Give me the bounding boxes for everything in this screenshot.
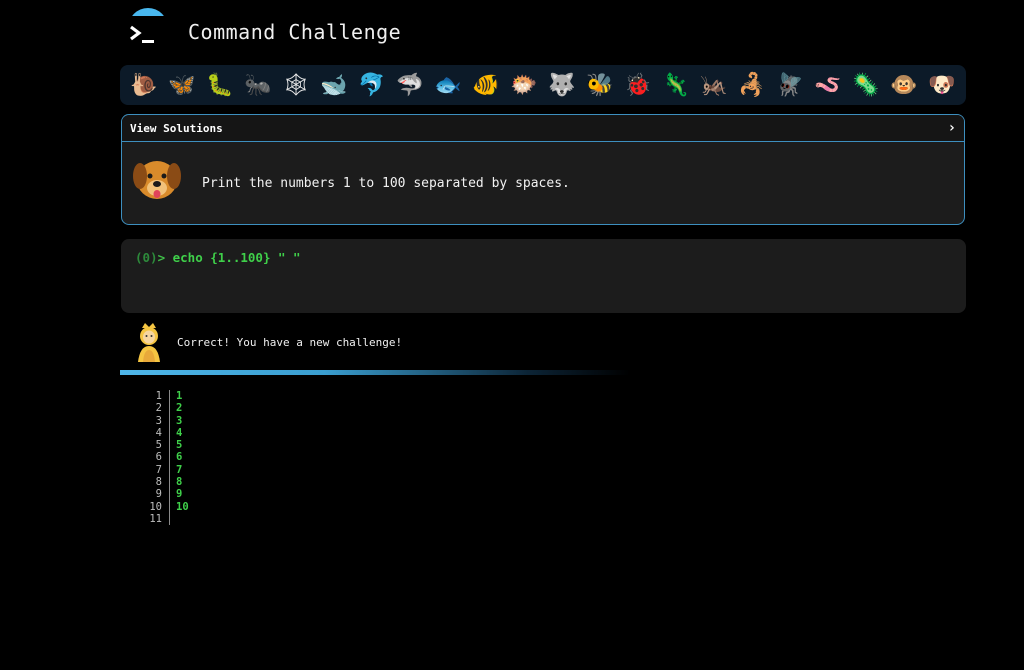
dolphin-icon[interactable]: 🐬 [354, 68, 390, 102]
progress-bar [120, 370, 630, 375]
line-value: 4 [176, 426, 183, 439]
spider-web-icon[interactable]: 🕸 [278, 68, 314, 102]
butterfly-icon[interactable]: 🦋 [164, 68, 200, 102]
line-number: 2 [120, 402, 170, 415]
line-value: 6 [176, 451, 183, 464]
cricket-icon[interactable]: 🦗 [696, 68, 732, 102]
line-value: 1 [176, 390, 183, 402]
output-row: 77 [120, 463, 520, 477]
monkey-icon[interactable]: 🐵 [886, 68, 922, 102]
command-input[interactable]: (0)> echo {1..100} " " [121, 239, 966, 313]
output-row: 33 [120, 414, 520, 427]
output-row: 55 [120, 439, 520, 452]
microbe-icon[interactable]: 🦠 [848, 68, 884, 102]
lizard-icon[interactable]: 🦎 [658, 68, 694, 102]
attempt-count: (0) [135, 250, 158, 265]
line-value: 9 [176, 488, 183, 501]
chevron-right-icon[interactable]: › [948, 120, 956, 136]
output-row: 11 [120, 390, 520, 403]
tropical-fish-icon[interactable]: 🐠 [468, 68, 504, 102]
line-number: 10 [120, 500, 170, 513]
line-value: 7 [176, 463, 183, 476]
snail-icon[interactable]: 🐌 [126, 68, 162, 102]
page: Command Challenge 🐌 🦋 🐛 🐜 🕸 🐋 🐬 🦈 🐟 🐠 🐡 🐺 🐝 🐞 🦎 🦗 🦂 🪰 🪱 🦠 🐵 🐶… [0, 0, 1024, 670]
ant-icon[interactable]: 🐜 [240, 68, 276, 102]
blowfish-icon[interactable]: 🐡 [506, 68, 542, 102]
view-solutions-toggle[interactable]: View Solutions › [122, 115, 964, 142]
line-number: 11 [120, 512, 170, 526]
output-row: 99 [120, 488, 520, 501]
line-value: 10 [176, 500, 189, 513]
line-number: 7 [120, 463, 170, 477]
output-row: 10 10 [120, 500, 520, 513]
output-row: 44 [120, 426, 520, 440]
challenge-body: Print the numbers 1 to 100 separated by … [122, 142, 964, 224]
shark-icon[interactable]: 🦈 [392, 68, 428, 102]
command-text[interactable]: echo {1..100} " " [165, 250, 301, 265]
worm-icon[interactable]: 🪱 [810, 68, 846, 102]
feedback: Correct! You have a new challenge! [120, 320, 620, 365]
line-number: 1 [120, 390, 170, 403]
output-row: 11 [120, 512, 520, 526]
animal-progress-bar: 🐌 🦋 🐛 🐜 🕸 🐋 🐬 🦈 🐟 🐠 🐡 🐺 🐝 🐞 🦎 🦗 🦂 🪰 🪱 🦠 🐵 🐶 [120, 65, 966, 105]
feedback-message: Correct! You have a new challenge! [177, 336, 403, 349]
output-row: 66 [120, 451, 520, 464]
line-number: 6 [120, 451, 170, 464]
wolf-icon[interactable]: 🐺 [544, 68, 580, 102]
view-solutions-label: View Solutions [130, 121, 223, 135]
command-line[interactable]: (0)> echo {1..100} " " [135, 250, 301, 265]
output-row: 88 [120, 476, 520, 489]
whale-icon[interactable]: 🐋 [316, 68, 352, 102]
line-value: 3 [176, 414, 183, 427]
dog-icon[interactable]: 🐶 [924, 68, 960, 102]
princess-icon [138, 323, 160, 362]
line-value [170, 513, 176, 525]
line-value: 2 [176, 402, 183, 415]
dog-face-icon [133, 161, 181, 199]
output-row: 22 [120, 402, 520, 415]
prompt-symbol: > [157, 250, 166, 265]
terminal-prompt-icon [130, 25, 154, 43]
line-number: 3 [120, 414, 170, 427]
fly-icon[interactable]: 🪰 [772, 68, 808, 102]
caterpillar-icon[interactable]: 🐛 [202, 68, 238, 102]
header: Command Challenge [120, 0, 966, 60]
line-number: 5 [120, 439, 170, 452]
app-title: Command Challenge [188, 20, 402, 44]
line-value: 5 [176, 439, 183, 452]
line-number: 8 [120, 476, 170, 489]
line-value: 8 [176, 476, 183, 489]
fish-icon[interactable]: 🐟 [430, 68, 466, 102]
challenge-card: View Solutions › Print the numbers 1 to … [121, 114, 965, 225]
ladybug-icon[interactable]: 🐞 [620, 68, 656, 102]
command-output: 1 1 2 2 3 3 4 4 5 5 6 6 7 7 8 8 9 9 10 10 11 [120, 390, 520, 526]
line-number: 9 [120, 488, 170, 501]
challenge-text: Print the numbers 1 to 100 separated by … [202, 176, 570, 191]
line-number: 4 [120, 426, 170, 440]
scorpion-icon[interactable]: 🦂 [734, 68, 770, 102]
bee-icon[interactable]: 🐝 [582, 68, 618, 102]
